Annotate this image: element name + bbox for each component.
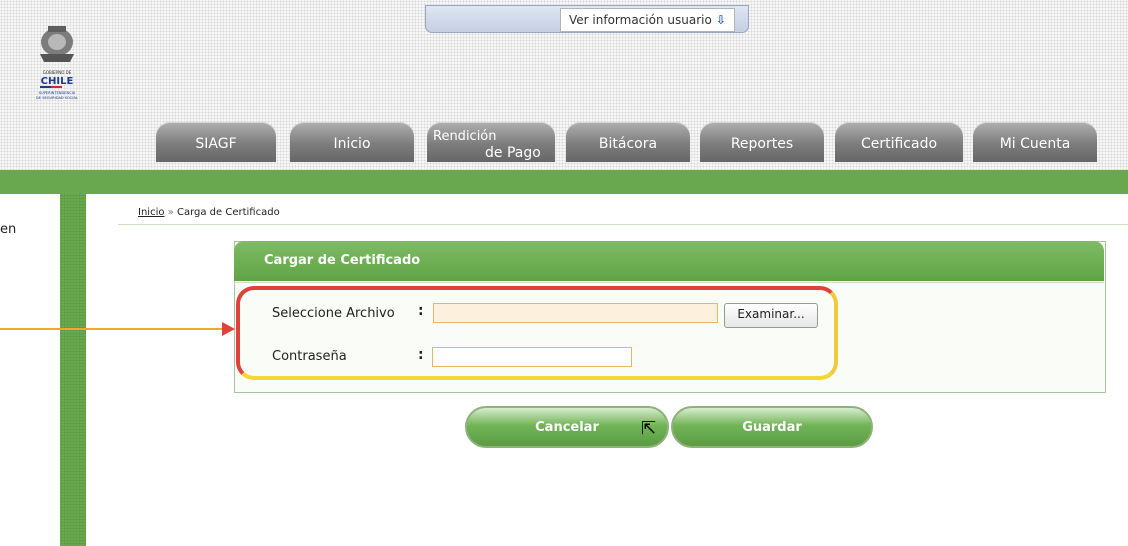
annotation-arrow-line [0,328,232,330]
tab-certificado[interactable]: Certificado [835,122,963,162]
user-info-label: Ver información usuario [569,13,712,27]
coat-of-arms-icon [40,26,74,62]
tab-bitacora[interactable]: Bitácora [566,122,690,162]
tab-mi-cuenta[interactable]: Mi Cuenta [973,122,1097,162]
tab-reportes[interactable]: Reportes [700,122,824,162]
logo-line3: SUPERINTENDENCIA [39,91,76,95]
tab-label: Mi Cuenta [999,136,1071,152]
user-info-link[interactable]: Ver información usuario ⇩ [560,8,735,32]
tab-label: Bitácora [598,136,658,152]
sidebar-text-fragment: en [0,222,17,237]
save-button[interactable]: Guardar [671,406,873,448]
logo-line1: GOBIERNO DE [43,70,72,75]
breadcrumb-current: Carga de Certificado [176,207,280,218]
logo-line2: CHILE [41,76,74,87]
tab-label: Reportes [730,136,794,152]
tab-inicio[interactable]: Inicio [290,122,414,162]
breadcrumb-home-link[interactable]: Inicio [138,207,164,218]
expand-arrow-icon: ⇩ [715,13,726,27]
government-logo: GOBIERNO DE CHILE SUPERINTENDENCIA DE SE… [36,26,78,100]
tab-label-bottom: de Pago [485,145,541,161]
mouse-cursor-icon: ⇱ [641,418,657,439]
content-corner [86,194,116,224]
tab-rendicion-de-pago[interactable]: Rendición de Pago [427,122,555,162]
tab-label: SIAGF [195,136,237,152]
tab-label-top: Rendición [433,129,497,144]
breadcrumb-separator: » [167,207,174,218]
logo-line4: DE SEGURIDAD SOCIAL [36,96,78,100]
annotation-highlight [236,286,838,380]
breadcrumb: Inicio » Carga de Certificado [138,207,280,218]
breadcrumb-divider [118,224,1128,225]
cancel-button[interactable]: Cancelar [465,406,669,448]
tab-siagf[interactable]: SIAGF [156,122,276,162]
tab-label: Certificado [860,136,938,152]
tab-label: Inicio [333,136,371,152]
green-pillar [60,194,86,546]
green-band [0,170,1128,194]
annotation-arrowhead-icon [222,322,235,336]
form-title: Cargar de Certificado [264,253,421,268]
